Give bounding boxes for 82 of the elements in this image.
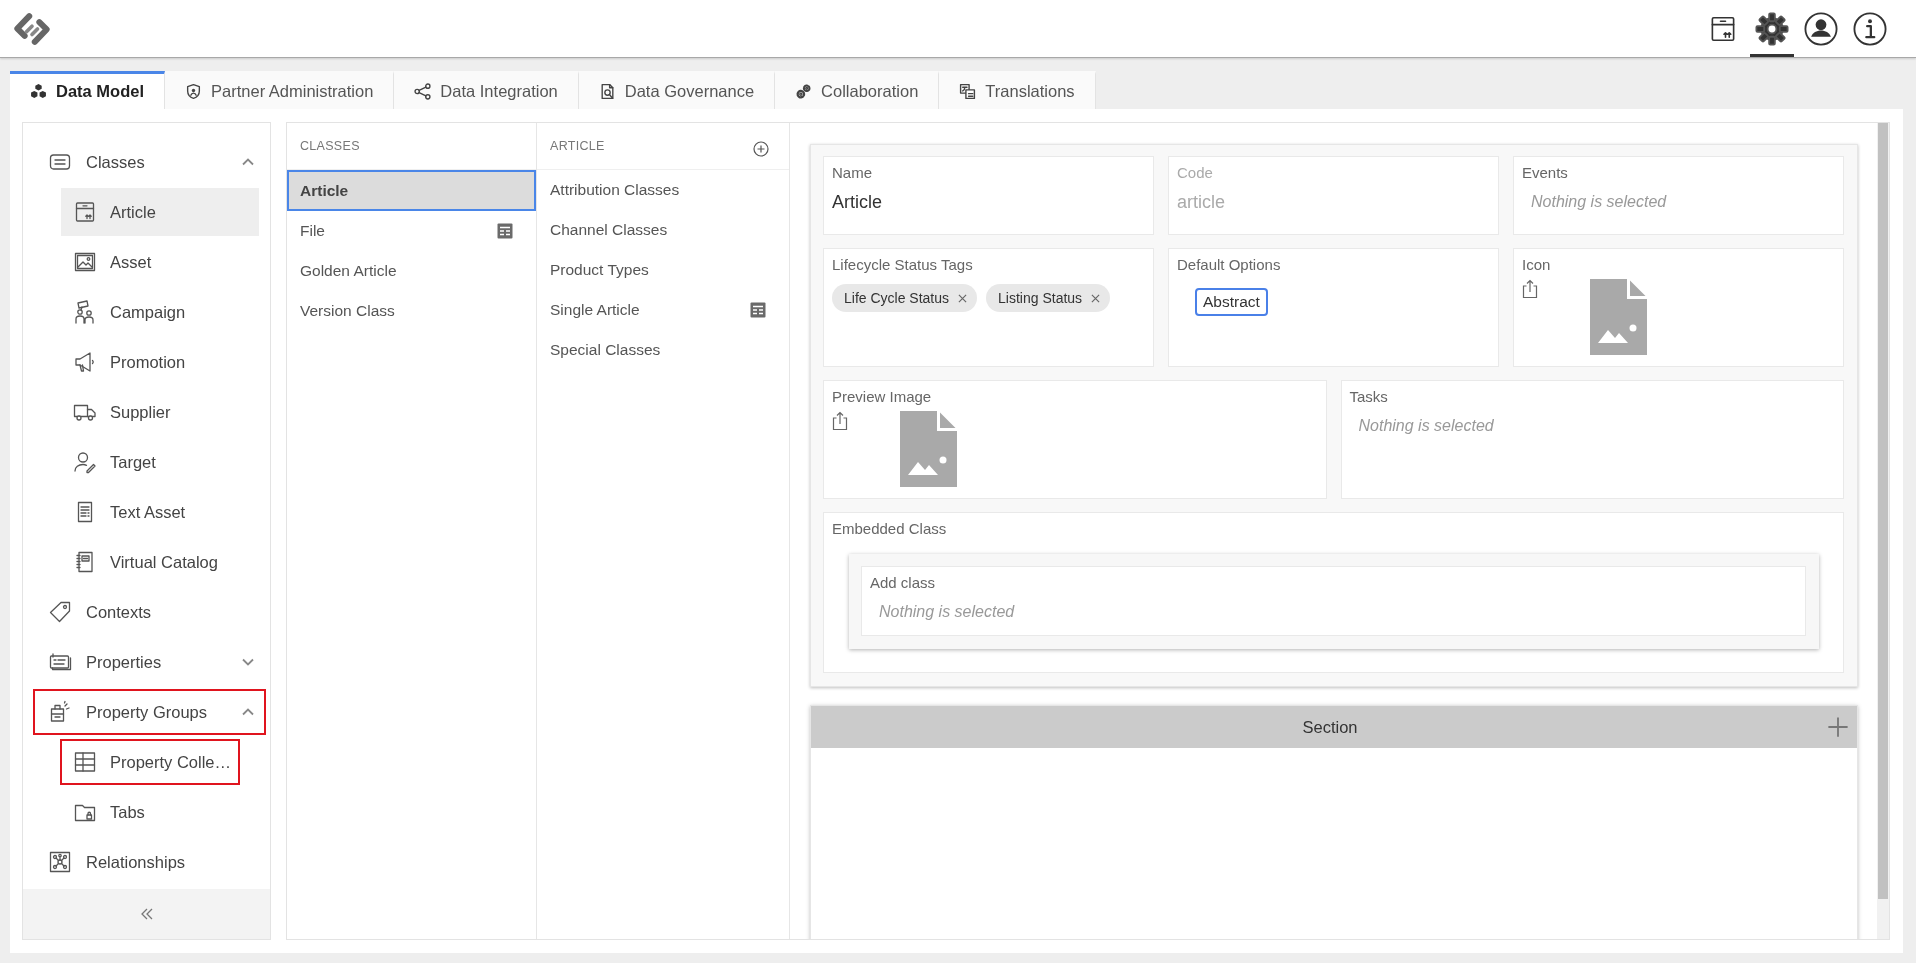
list-item[interactable]: Single Article (537, 290, 789, 330)
tag-icon (48, 600, 72, 624)
field-label: Icon (1522, 255, 1551, 275)
sidebar-item[interactable]: Target (61, 438, 259, 486)
sidebar-item[interactable]: Promotion (61, 338, 259, 386)
sidebar-item[interactable]: Article (61, 188, 259, 236)
stack-icon (48, 700, 72, 724)
tab[interactable]: Data Governance (578, 71, 776, 109)
field-value: Article (832, 192, 882, 213)
field-placeholder: Nothing is selected (878, 603, 1015, 621)
select-field[interactable]: Events Nothing is selected (1513, 156, 1844, 235)
list-item[interactable]: Channel Classes (537, 210, 789, 250)
nodes-icon (414, 83, 432, 100)
sidebar-item[interactable]: Virtual Catalog (61, 538, 259, 586)
translate-icon (959, 83, 977, 100)
field-label: Name (832, 163, 872, 183)
megaphone-icon (73, 350, 97, 374)
info-icon (1853, 11, 1887, 46)
section-title: Section (1302, 717, 1358, 737)
tab[interactable]: Partner Administration (165, 71, 395, 109)
field-label: Default Options (1177, 255, 1281, 275)
sidebar-item[interactable]: Supplier (61, 388, 259, 436)
field-placeholder: Nothing is selected (1530, 193, 1667, 211)
text-field[interactable]: Name Article (823, 156, 1154, 235)
field-label: Code (1177, 163, 1213, 183)
sidebar-item[interactable]: Text Asset (61, 488, 259, 536)
option-toggle[interactable]: Abstract (1195, 288, 1268, 316)
add-icon[interactable] (753, 141, 769, 157)
list-item[interactable]: Version Class (287, 291, 536, 331)
scrollbar-thumb[interactable] (1878, 123, 1888, 899)
tags-field[interactable]: Lifecycle Status Tags Life Cycle Status Listing Status (823, 248, 1154, 367)
cubes-icon (30, 83, 47, 100)
list-item[interactable]: Golden Article (287, 251, 536, 291)
box-icon (73, 200, 97, 224)
document-search-icon (598, 83, 616, 100)
tab[interactable]: Collaboration (775, 71, 940, 109)
column-title: ARTICLE (550, 139, 605, 153)
settings-icon (1755, 11, 1789, 46)
select-field[interactable]: Tasks Nothing is selected (1340, 380, 1844, 499)
sidebar-item[interactable]: Property Groups (34, 690, 265, 734)
network-icon (48, 850, 72, 874)
image-icon (73, 250, 97, 274)
tag-chip[interactable]: Listing Status (986, 284, 1111, 312)
people-icon (73, 300, 97, 324)
sidebar-item[interactable]: Property Colle… (61, 740, 240, 784)
sidebar-item[interactable]: Asset (61, 238, 259, 286)
select-field[interactable]: Add class Nothing is selected (861, 566, 1806, 636)
field-label: Add class (870, 573, 936, 593)
tab[interactable]: Data Integration (394, 71, 579, 109)
field-label: Preview Image (832, 387, 932, 407)
tab[interactable]: Translations (939, 71, 1096, 109)
field-label: Embedded Class (832, 519, 947, 539)
grid-icon (73, 750, 97, 774)
sidebar-item[interactable]: Relationships (34, 840, 265, 884)
sidebar-item[interactable]: Tabs (61, 788, 259, 836)
field-label: Tasks (1349, 387, 1388, 407)
upload-icon[interactable] (1522, 279, 1538, 299)
list-item[interactable]: Product Types (537, 250, 789, 290)
tab[interactable]: Data Model (10, 71, 165, 109)
image-placeholder-icon (1590, 279, 1647, 355)
sidebar-item[interactable]: Classes (34, 140, 265, 184)
shield-icon (185, 83, 202, 100)
field-value: article (1177, 192, 1225, 213)
close-icon[interactable] (958, 293, 968, 303)
list-item[interactable]: Special Classes (537, 330, 789, 370)
field-placeholder: Nothing is selected (1357, 417, 1494, 435)
upload-icon[interactable] (832, 411, 848, 431)
list-item[interactable]: Attribution Classes (537, 170, 789, 210)
list-item[interactable]: Article (287, 170, 536, 211)
tag-chip[interactable]: Life Cycle Status (832, 284, 978, 312)
image-placeholder-icon (900, 411, 957, 487)
column-title: CLASSES (300, 139, 360, 153)
sidebar-item[interactable]: Campaign (61, 288, 259, 336)
sidebar-item[interactable]: Properties (34, 640, 265, 684)
field-label: Lifecycle Status Tags (832, 255, 973, 275)
list-item[interactable]: File (287, 211, 536, 251)
gears-icon (795, 83, 813, 100)
user-edit-icon (73, 450, 97, 474)
sidebar-item[interactable]: Contexts (34, 590, 265, 634)
close-icon[interactable] (1091, 293, 1101, 303)
user-icon (1804, 11, 1838, 46)
field-label: Events (1522, 163, 1568, 183)
